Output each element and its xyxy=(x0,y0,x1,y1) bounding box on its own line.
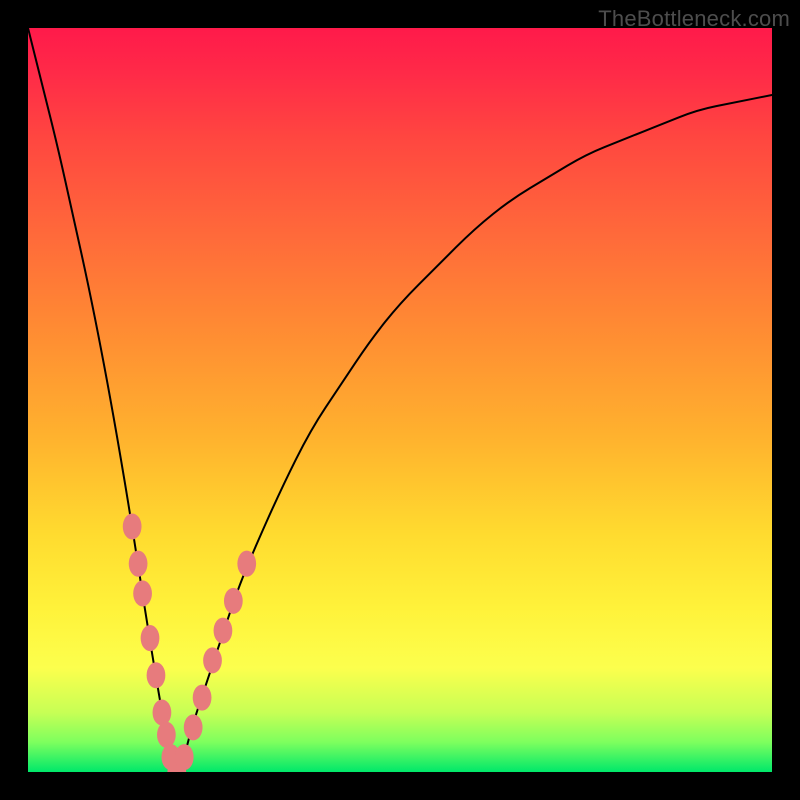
watermark-text: TheBottleneck.com xyxy=(598,6,790,32)
data-marker xyxy=(141,625,160,651)
data-marker xyxy=(203,647,222,673)
data-marker xyxy=(133,580,152,606)
data-marker xyxy=(123,513,142,539)
data-marker xyxy=(237,551,256,577)
chart-frame: TheBottleneck.com xyxy=(0,0,800,800)
data-marker xyxy=(184,714,203,740)
data-marker xyxy=(157,722,176,748)
bottleneck-curve xyxy=(28,28,772,768)
markers-group xyxy=(123,513,256,772)
data-marker xyxy=(224,588,243,614)
chart-svg xyxy=(28,28,772,772)
plot-area xyxy=(28,28,772,772)
data-marker xyxy=(153,699,172,725)
data-marker xyxy=(193,685,212,711)
data-marker xyxy=(214,618,233,644)
data-marker xyxy=(129,551,148,577)
data-marker xyxy=(147,662,166,688)
data-marker xyxy=(175,744,194,770)
